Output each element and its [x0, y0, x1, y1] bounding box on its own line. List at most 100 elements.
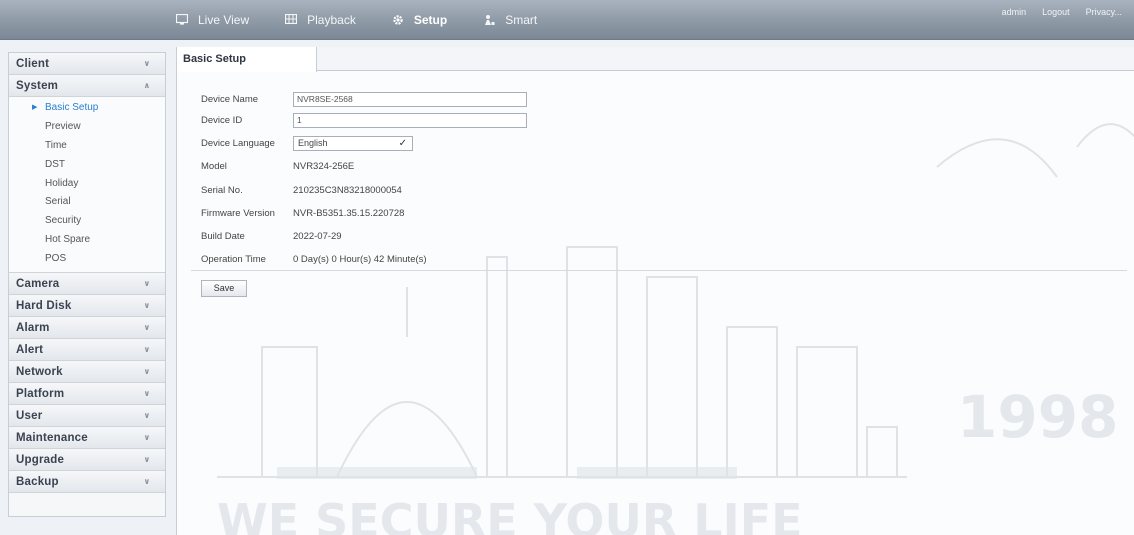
sidebar-item-label: Serial	[45, 196, 71, 208]
menu-system[interactable]: System ∧	[9, 75, 165, 97]
menu-maintenance[interactable]: Maintenance ∨	[9, 427, 165, 450]
logout-link[interactable]: Logout	[1042, 7, 1070, 17]
menu-camera-label: Camera	[16, 277, 60, 290]
tab-basic-setup[interactable]: Basic Setup	[177, 47, 317, 72]
menu-alarm[interactable]: Alarm ∨	[9, 317, 165, 340]
model-label: Model	[201, 160, 227, 172]
chevron-down-icon: ∨	[143, 454, 151, 464]
sidebar-item-preview[interactable]: Preview	[9, 118, 165, 137]
sidebar-item-label: DST	[45, 158, 65, 170]
nav-playback-label: Playback	[307, 13, 356, 27]
sidebar-item-time[interactable]: Time	[9, 137, 165, 156]
caret-right-icon: ▶	[32, 104, 38, 111]
system-submenu: ▶ Basic Setup Preview Time DST Holiday S…	[9, 97, 165, 274]
menu-upgrade[interactable]: Upgrade ∨	[9, 449, 165, 472]
monitor-icon	[175, 13, 189, 26]
main-nav: Live View Playback Setup Smart	[175, 0, 573, 40]
menu-camera[interactable]: Camera ∨	[9, 273, 165, 296]
menu-maintenance-label: Maintenance	[16, 431, 88, 444]
menu-alert[interactable]: Alert ∨	[9, 339, 165, 362]
watermark-slogan: WE SECURE YOUR LIFE	[217, 494, 803, 535]
firmware-version-label: Firmware Version	[201, 207, 275, 219]
form-divider	[191, 270, 1127, 271]
chevron-down-icon: ∨	[143, 410, 151, 420]
chevron-down-icon: ∨	[143, 344, 151, 354]
sidebar-item-label: Hot Spare	[45, 234, 91, 246]
save-button[interactable]: Save	[201, 280, 247, 297]
sidebar-item-hot-spare[interactable]: Hot Spare	[9, 231, 165, 250]
sidebar-item-holiday[interactable]: Holiday	[9, 175, 165, 194]
menu-client-label: Client	[16, 57, 50, 70]
menu-system-label: System	[16, 79, 59, 92]
firmware-version-row: Firmware Version NVR-B5351.35.15.220728	[201, 205, 404, 221]
operation-time-row: Operation Time 0 Day(s) 0 Hour(s) 42 Min…	[201, 251, 427, 267]
sidebar-item-pos[interactable]: POS	[9, 250, 165, 269]
nav-smart[interactable]: Smart	[483, 13, 537, 27]
menu-alert-label: Alert	[16, 343, 44, 356]
sidebar-item-dst[interactable]: DST	[9, 156, 165, 175]
device-language-row: Device Language English ✓	[201, 135, 413, 151]
menu-network-label: Network	[16, 365, 63, 378]
tab-bar: Basic Setup	[177, 47, 1134, 72]
menu-alarm-label: Alarm	[16, 321, 50, 334]
chevron-down-icon: ∨	[143, 432, 151, 442]
model-value: NVR324-256E	[293, 160, 355, 172]
menu-platform[interactable]: Platform ∨	[9, 383, 165, 406]
device-id-row: Device ID	[201, 112, 527, 128]
menu-user[interactable]: User ∨	[9, 405, 165, 428]
menu-user-label: User	[16, 409, 43, 422]
sidebar-item-label: Basic Setup	[45, 102, 99, 113]
username-link[interactable]: admin	[1002, 7, 1027, 17]
build-date-value: 2022-07-29	[293, 230, 342, 242]
device-id-input[interactable]	[293, 112, 527, 128]
operation-time-label: Operation Time	[201, 253, 266, 265]
chevron-up-icon: ∧	[143, 80, 151, 90]
serial-no-row: Serial No. 210235C3N83218000054	[201, 182, 402, 198]
privacy-link[interactable]: Privacy...	[1086, 7, 1122, 17]
chevron-down-icon: ∨	[143, 58, 151, 68]
nav-live-view-label: Live View	[198, 13, 250, 27]
sidebar-item-basic-setup[interactable]: ▶ Basic Setup	[9, 99, 165, 118]
setup-sidebar: Client ∨ System ∧ ▶ Basic Setup Preview …	[8, 52, 166, 517]
chevron-down-icon: ∨	[143, 322, 151, 332]
device-name-input[interactable]	[293, 91, 527, 107]
device-language-value: English	[298, 137, 328, 148]
menu-client[interactable]: Client ∨	[9, 53, 165, 75]
gear-icon	[392, 14, 404, 26]
serial-no-value: 210235C3N83218000054	[293, 184, 402, 196]
model-row: Model NVR324-256E	[201, 158, 354, 174]
person-icon	[483, 14, 495, 26]
device-id-label: Device ID	[201, 114, 243, 126]
sidebar-item-security[interactable]: Security	[9, 212, 165, 231]
film-icon	[285, 13, 298, 26]
menu-network[interactable]: Network ∨	[9, 361, 165, 384]
nav-smart-label: Smart	[505, 13, 538, 27]
menu-backup[interactable]: Backup ∨	[9, 471, 165, 494]
nav-playback[interactable]: Playback	[285, 13, 356, 27]
menu-upgrade-label: Upgrade	[16, 453, 65, 466]
build-date-label: Build Date	[201, 230, 245, 242]
nav-setup[interactable]: Setup	[392, 13, 447, 27]
operation-time-value: 0 Day(s) 0 Hour(s) 42 Minute(s)	[293, 253, 427, 265]
device-language-select[interactable]: English ✓	[293, 135, 413, 151]
device-name-label: Device Name	[201, 93, 259, 105]
chevron-down-icon: ∨	[143, 278, 151, 288]
chevron-down-icon: ∨	[143, 300, 151, 310]
build-date-row: Build Date 2022-07-29	[201, 228, 342, 244]
sidebar-item-serial[interactable]: Serial	[9, 193, 165, 212]
menu-hard-disk[interactable]: Hard Disk ∨	[9, 295, 165, 318]
firmware-version-value: NVR-B5351.35.15.220728	[293, 207, 405, 219]
nav-live-view[interactable]: Live View	[175, 13, 250, 27]
sidebar-item-label: Preview	[45, 120, 81, 132]
content-panel: 1998 WE SECURE YOUR LIFE Basic Setup Dev…	[176, 47, 1134, 535]
sidebar-item-label: POS	[45, 253, 67, 265]
menu-platform-label: Platform	[16, 387, 65, 400]
sidebar-item-label: Security	[45, 215, 82, 227]
device-name-row: Device Name	[201, 91, 527, 107]
chevron-down-icon: ∨	[143, 388, 151, 398]
watermark-year: 1998	[957, 383, 1118, 451]
sidebar-item-label: Time	[45, 139, 67, 151]
sidebar-item-label: Holiday	[45, 177, 79, 189]
top-navigation-bar: Live View Playback Setup Smart admin Log…	[0, 0, 1134, 40]
user-links: admin Logout Privacy...	[986, 7, 1122, 17]
